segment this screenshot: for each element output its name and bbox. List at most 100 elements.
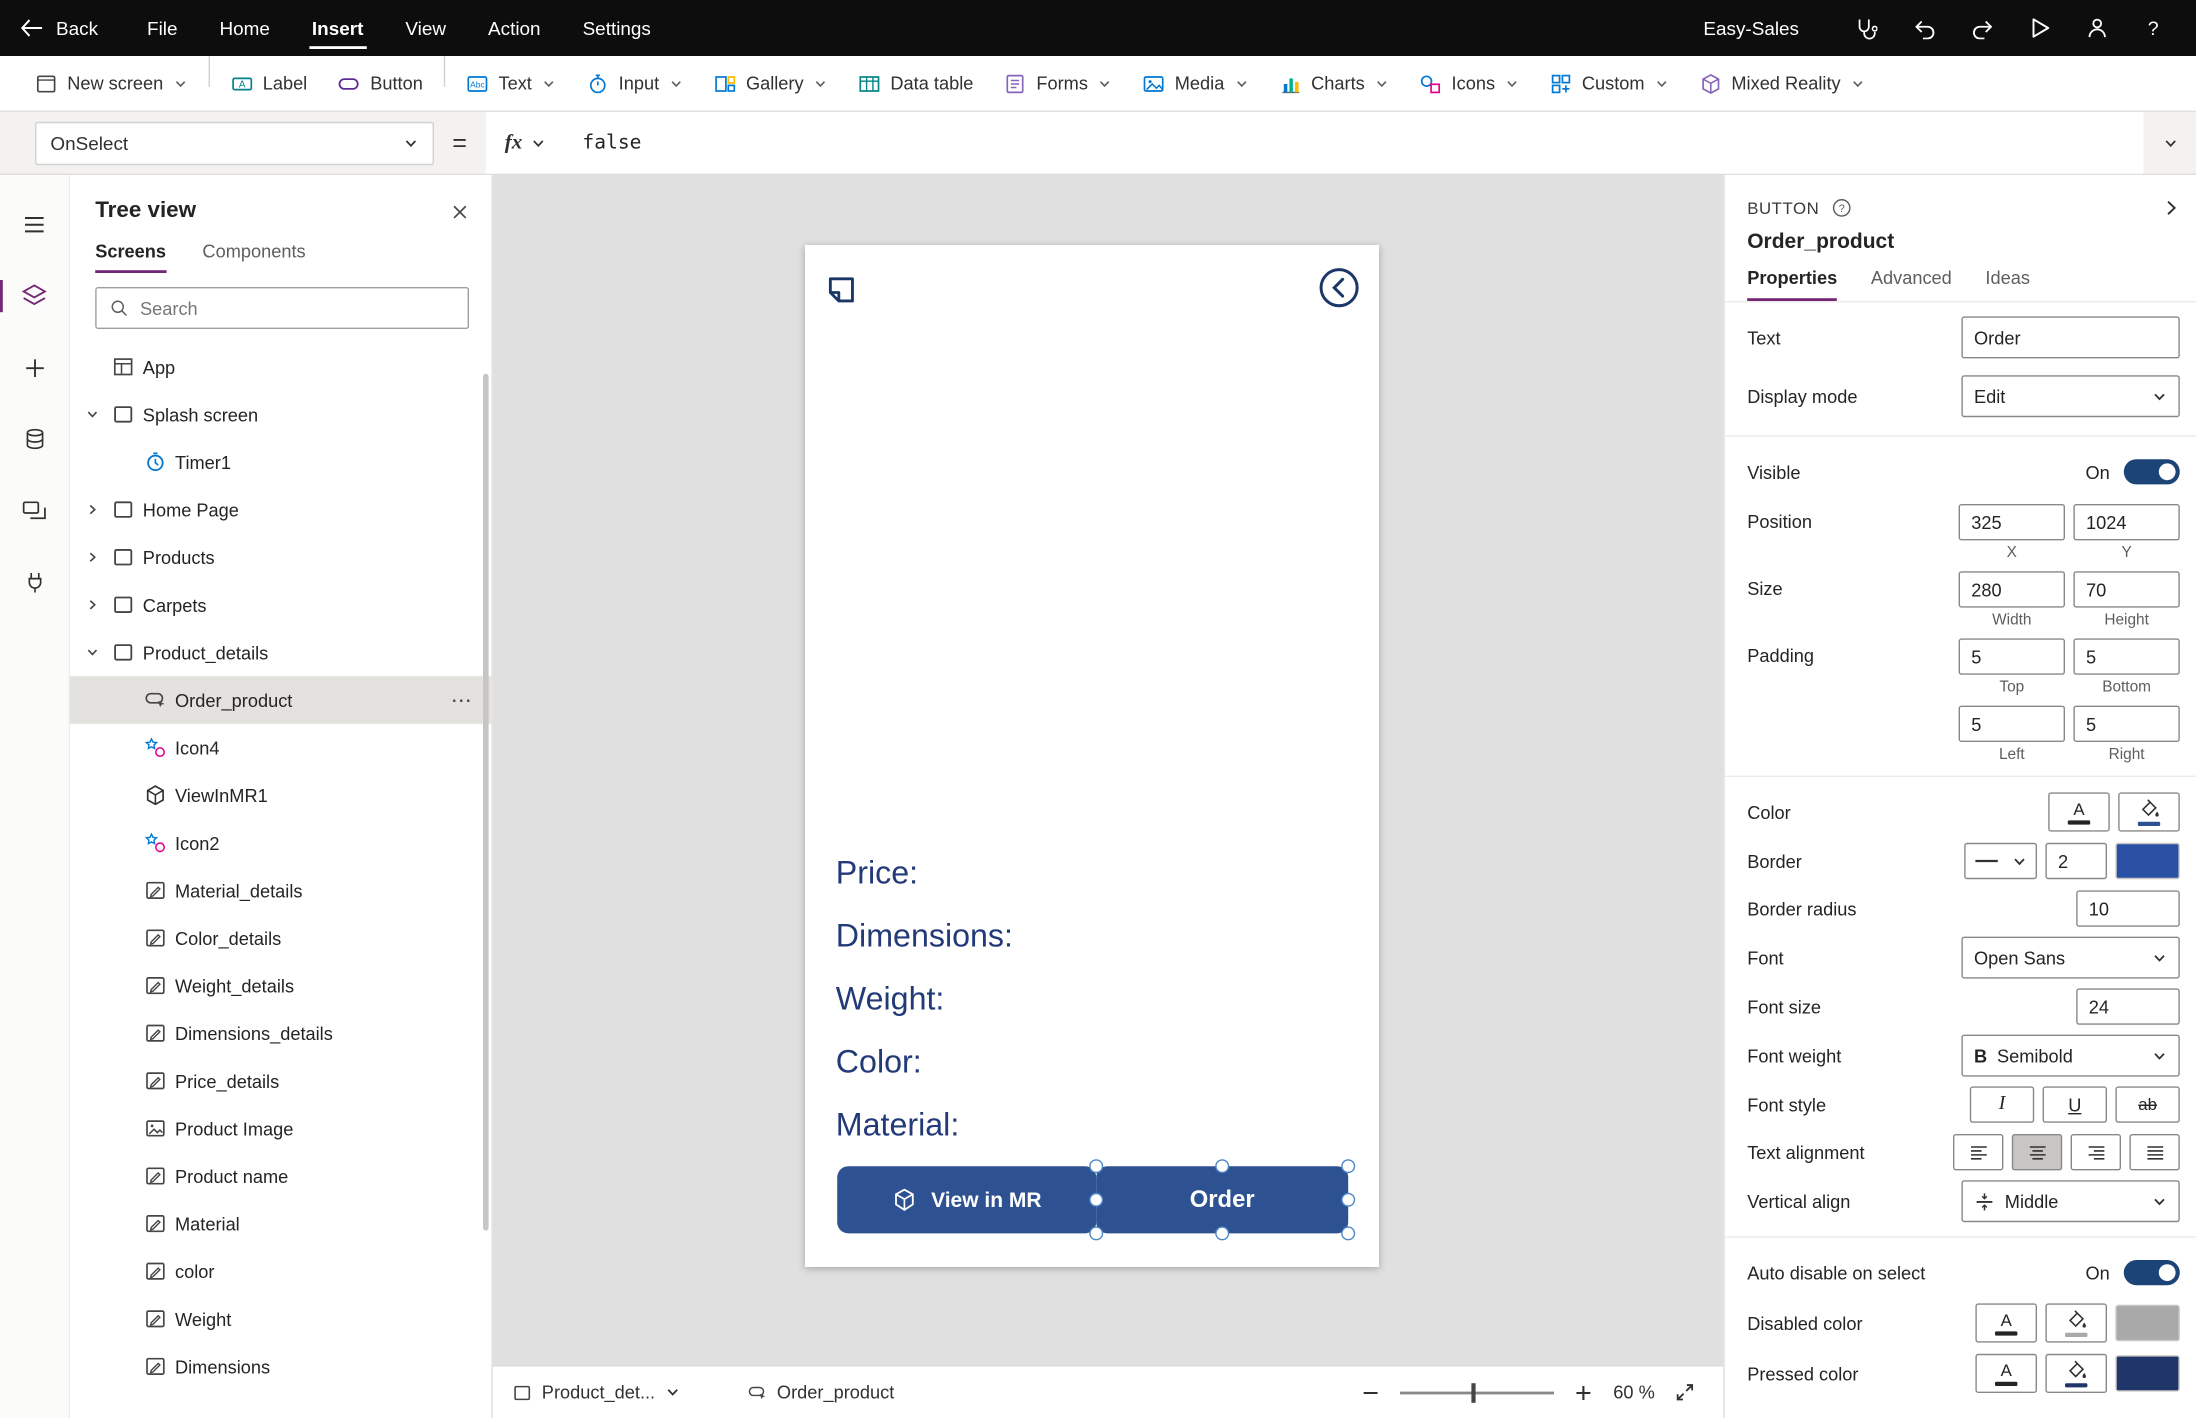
- border-color-swatch[interactable]: [2115, 842, 2180, 880]
- ribbon-item-input[interactable]: Input: [571, 56, 698, 111]
- close-icon[interactable]: [451, 202, 469, 220]
- canvas-label-color[interactable]: Color:: [836, 1040, 1013, 1082]
- selection-handle[interactable]: [1089, 1192, 1104, 1207]
- tree-item-product-image[interactable]: Product Image: [70, 1105, 491, 1153]
- tree-expand-icon[interactable]: [81, 645, 103, 659]
- tree-item-dimensions[interactable]: Dimensions: [70, 1343, 491, 1391]
- tree-expand-icon[interactable]: [81, 550, 103, 564]
- rail-tree-view-button[interactable]: [0, 260, 69, 331]
- border-style-select[interactable]: [1964, 842, 2037, 880]
- view-in-mr-button[interactable]: View in MR: [837, 1166, 1097, 1234]
- tree-scrollbar[interactable]: [483, 373, 489, 1231]
- menu-home[interactable]: Home: [198, 0, 290, 56]
- rail-tools-button[interactable]: [0, 546, 69, 617]
- tree-item-material[interactable]: Material: [70, 1200, 491, 1248]
- selection-handle[interactable]: [1089, 1159, 1104, 1174]
- pressed-font-color-button[interactable]: A: [1975, 1353, 2037, 1393]
- formula-input[interactable]: fx false: [485, 112, 2144, 174]
- app-checker-icon[interactable]: [1854, 16, 1878, 40]
- align-left-button[interactable]: [1953, 1134, 2004, 1171]
- app-screen-preview[interactable]: Price: Dimensions: Weight: Color: Material: …: [805, 245, 1379, 1267]
- ribbon-item-gallery[interactable]: Gallery: [698, 56, 842, 111]
- padding-bottom-input[interactable]: [2073, 638, 2180, 675]
- selected-control-indicator[interactable]: Order_product: [748, 1382, 894, 1403]
- note-icon[interactable]: [823, 273, 859, 309]
- tree-item-carpets[interactable]: Carpets: [70, 581, 491, 629]
- tree-item-app[interactable]: App: [70, 343, 491, 391]
- props-tab-ideas[interactable]: Ideas: [1985, 267, 2030, 301]
- selection-handle[interactable]: [1341, 1159, 1356, 1174]
- canvas-label-price[interactable]: Price:: [836, 851, 1013, 893]
- visible-toggle[interactable]: [2123, 459, 2180, 485]
- tree-expand-icon[interactable]: [81, 503, 103, 517]
- tree-item-color-details[interactable]: Color_details: [70, 914, 491, 962]
- canvas-label-material[interactable]: Material:: [836, 1103, 1013, 1145]
- zoom-out-icon[interactable]: [1361, 1383, 1381, 1403]
- menu-insert[interactable]: Insert: [291, 0, 384, 56]
- zoom-slider-thumb[interactable]: [1471, 1382, 1476, 1403]
- menu-view[interactable]: View: [384, 0, 467, 56]
- tree-tab-screens[interactable]: Screens: [95, 241, 166, 273]
- tree-item-viewinmr1[interactable]: ViewInMR1: [70, 771, 491, 819]
- order-button[interactable]: Order: [1096, 1166, 1349, 1234]
- ribbon-item-icons[interactable]: Icons: [1404, 56, 1534, 111]
- border-radius-input[interactable]: [2076, 890, 2180, 927]
- tree-item-material-details[interactable]: Material_details: [70, 867, 491, 915]
- help-circle-icon[interactable]: ?: [1831, 197, 1852, 218]
- more-options-icon[interactable]: ⋯: [442, 687, 480, 713]
- rail-menu-button[interactable]: [0, 189, 69, 260]
- align-center-button[interactable]: [2011, 1134, 2063, 1171]
- search-input[interactable]: [140, 297, 455, 319]
- tree-expand-icon[interactable]: [81, 598, 103, 612]
- text-value-input[interactable]: [1961, 316, 2180, 359]
- tree-item-home-page[interactable]: Home Page: [70, 486, 491, 534]
- menu-file[interactable]: File: [126, 0, 198, 56]
- zoom-in-icon[interactable]: [1574, 1383, 1594, 1403]
- ribbon-item-forms[interactable]: Forms: [989, 56, 1127, 111]
- back-circle-icon[interactable]: [1317, 266, 1360, 309]
- vertical-align-select[interactable]: Middle: [1961, 1180, 2180, 1223]
- play-icon[interactable]: [2030, 17, 2051, 39]
- auto-disable-toggle[interactable]: [2123, 1260, 2180, 1286]
- ribbon-item-media[interactable]: Media: [1127, 56, 1263, 111]
- selection-handle[interactable]: [1215, 1159, 1230, 1174]
- ribbon-item-mixed-reality[interactable]: Mixed Reality: [1684, 56, 1880, 111]
- user-icon[interactable]: [2086, 17, 2108, 39]
- menu-action[interactable]: Action: [467, 0, 562, 56]
- canvas[interactable]: Price: Dimensions: Weight: Color: Material: …: [493, 175, 1724, 1365]
- formula-bar-expand[interactable]: [2143, 135, 2196, 150]
- search-box[interactable]: [95, 287, 469, 329]
- tree-item-products[interactable]: Products: [70, 533, 491, 581]
- back-button[interactable]: Back: [0, 0, 126, 56]
- padding-left-input[interactable]: [1958, 705, 2065, 742]
- strikethrough-button[interactable]: ab: [2115, 1086, 2180, 1123]
- canvas-label-weight[interactable]: Weight:: [836, 977, 1013, 1019]
- tree-item-timer1[interactable]: Timer1: [70, 438, 491, 486]
- tree-item-color[interactable]: color: [70, 1247, 491, 1295]
- pressed-color-swatch[interactable]: [2115, 1355, 2180, 1392]
- size-height-input[interactable]: [2073, 571, 2180, 608]
- font-color-button[interactable]: A: [2048, 792, 2110, 832]
- align-right-button[interactable]: [2070, 1134, 2121, 1171]
- selection-handle[interactable]: [1341, 1192, 1356, 1207]
- rail-insert-button[interactable]: [0, 332, 69, 403]
- canvas-label-dimensions[interactable]: Dimensions:: [836, 914, 1013, 956]
- selection-handle[interactable]: [1089, 1226, 1104, 1241]
- props-tab-properties[interactable]: Properties: [1747, 267, 1838, 301]
- ribbon-item-new-screen[interactable]: New screen: [20, 56, 203, 111]
- ribbon-item-charts[interactable]: Charts: [1264, 56, 1404, 111]
- tree-item-product-name[interactable]: Product name: [70, 1152, 491, 1200]
- tree-expand-icon[interactable]: [81, 407, 103, 421]
- tree-item-splash-screen[interactable]: Splash screen: [70, 391, 491, 439]
- ribbon-item-label[interactable]: A Label: [215, 56, 323, 111]
- tree-item-icon2[interactable]: Icon2: [70, 819, 491, 867]
- property-selector[interactable]: OnSelect: [35, 121, 434, 165]
- position-x-input[interactable]: [1958, 504, 2065, 541]
- display-mode-select[interactable]: Edit: [1961, 375, 2180, 418]
- tree-item-weight[interactable]: Weight: [70, 1295, 491, 1343]
- rail-media-button[interactable]: [0, 475, 69, 546]
- zoom-slider[interactable]: [1400, 1382, 1555, 1403]
- font-weight-select[interactable]: B Semibold: [1961, 1034, 2180, 1077]
- disabled-font-color-button[interactable]: A: [1975, 1303, 2037, 1343]
- ribbon-item-text[interactable]: Abc Text: [451, 56, 571, 111]
